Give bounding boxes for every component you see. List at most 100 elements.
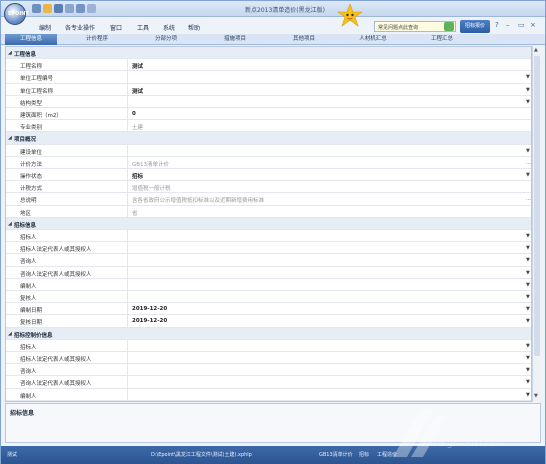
column-divider [127, 242, 128, 255]
property-value[interactable]: GB13清单计价 [132, 160, 169, 168]
menu-window[interactable]: 窗口 [110, 23, 122, 32]
print-icon[interactable] [65, 4, 74, 13]
section-label: 招标信息 [14, 222, 37, 229]
menu-specialty-ops[interactable]: 各专业操作 [65, 23, 95, 32]
ellipsis-button-icon[interactable]: … [526, 196, 531, 202]
property-label: 专业类别 [20, 125, 43, 132]
dropdown-arrow-icon[interactable]: ▼ [526, 367, 530, 373]
dropdown-arrow-icon[interactable]: ▼ [526, 379, 530, 385]
bid-report-button[interactable]: 招标报价 [460, 20, 490, 33]
section-header[interactable]: ◢ 工程信息 [6, 47, 531, 60]
menu-system[interactable]: 系统 [163, 23, 175, 32]
collapse-triangle-icon[interactable]: ◢ [8, 135, 12, 141]
search-go-icon[interactable] [444, 22, 454, 31]
collapse-triangle-icon[interactable]: ◢ [8, 331, 12, 337]
section-header[interactable]: ◢ 项目概况 [6, 132, 531, 145]
dropdown-arrow-icon[interactable]: ▼ [526, 392, 530, 398]
column-divider [127, 266, 128, 279]
dropdown-arrow-icon[interactable]: ▼ [526, 172, 530, 178]
minimize-icon[interactable]: – [506, 21, 510, 29]
property-row: 编制日期 2019-12-20 ▼ [6, 303, 531, 316]
collapse-triangle-icon[interactable]: ◢ [8, 221, 12, 227]
column-divider [127, 169, 128, 181]
vertical-scrollbar[interactable]: ▲ ▼ [532, 46, 541, 402]
property-value[interactable]: 0 [132, 111, 136, 117]
dropdown-arrow-icon[interactable]: ▼ [526, 318, 530, 324]
scroll-up-icon[interactable]: ▲ [534, 47, 538, 53]
restore-icon[interactable]: ▭ [518, 21, 525, 29]
tab-measures[interactable]: 措施项目 [206, 34, 264, 45]
property-row: 招标人法定代表人或其授权人 ▼ [6, 352, 531, 365]
column-divider [127, 315, 128, 328]
scroll-down-icon[interactable]: ▼ [534, 393, 538, 399]
dropdown-arrow-icon[interactable]: ▼ [526, 245, 530, 251]
quick-access-dropdown-icon[interactable] [87, 4, 96, 13]
menu-edit[interactable]: 编制 [39, 23, 51, 32]
status-operation-state: 招标 [359, 452, 370, 458]
property-value[interactable]: 招标 [132, 172, 143, 180]
column-divider [127, 71, 128, 84]
tab-resources-summary[interactable]: 人材机汇总 [344, 34, 402, 45]
property-row: 总说明 含各省政府公示增值税抵扣标准以及近期新增费用标准 … [6, 193, 531, 206]
property-value[interactable]: 测试 [132, 87, 143, 95]
property-row: 建设单位 ▼ [6, 144, 531, 157]
watermark-text: www.greenxf.com [423, 439, 504, 449]
property-value[interactable]: 测试 [132, 62, 143, 70]
property-row: 计税方式 增值税一般计税 [6, 181, 531, 194]
dropdown-arrow-icon[interactable]: ▼ [526, 270, 530, 276]
property-label: 计税方式 [20, 186, 43, 193]
new-file-icon[interactable] [32, 4, 41, 13]
property-row: 地区 省 [6, 205, 531, 218]
tab-other-items[interactable]: 其他项目 [275, 34, 333, 45]
dropdown-arrow-icon[interactable]: ▼ [526, 355, 530, 361]
property-value[interactable]: 增值税一般计税 [132, 184, 171, 192]
tab-project-summary[interactable]: 工程汇总 [413, 34, 471, 45]
ellipsis-button-icon[interactable]: … [526, 160, 531, 166]
dropdown-arrow-icon[interactable]: ▼ [526, 233, 530, 239]
property-label: 总说明 [20, 198, 37, 205]
status-file-path: D:\Epoint\黑龙江工程文件\测试(土建).xphlp [151, 452, 252, 458]
dropdown-arrow-icon[interactable]: ▼ [526, 282, 530, 288]
property-value[interactable]: 土建 [132, 123, 143, 131]
section-header[interactable]: ◢ 招标信息 [6, 217, 531, 230]
status-project-name: 测试 [7, 452, 18, 458]
app-menu-button[interactable]: EPOINT [4, 3, 29, 25]
property-row: 操作状态 招标 ▼ [6, 169, 531, 182]
property-value[interactable]: 2019-12-20 [132, 306, 167, 312]
dropdown-arrow-icon[interactable]: ▼ [526, 87, 530, 93]
dropdown-arrow-icon[interactable]: ▼ [526, 257, 530, 263]
tab-pricing-program[interactable]: 计价程序 [68, 34, 126, 45]
property-value[interactable]: 含各省政府公示增值税抵扣标准以及近期新增费用标准 [132, 196, 264, 204]
open-folder-icon[interactable] [43, 4, 52, 13]
property-row: 复核人 ▼ [6, 291, 531, 304]
undo-icon[interactable] [76, 4, 85, 13]
menu-tools[interactable]: 工具 [137, 23, 149, 32]
property-value[interactable]: 2019-12-20 [132, 318, 167, 324]
collapse-triangle-icon[interactable]: ◢ [8, 50, 12, 56]
dropdown-arrow-icon[interactable]: ▼ [526, 294, 530, 300]
property-label: 编制日期 [20, 308, 43, 315]
property-row: 建筑面积（m2） 0 [6, 108, 531, 121]
dropdown-arrow-icon[interactable]: ▼ [526, 306, 530, 312]
column-divider [127, 144, 128, 157]
property-value[interactable]: 省 [132, 209, 138, 217]
scroll-thumb[interactable] [534, 56, 540, 356]
tab-subitems[interactable]: 分部分项 [137, 34, 195, 45]
close-icon[interactable]: × [530, 21, 536, 29]
column-divider [127, 388, 128, 401]
save-icon[interactable] [54, 4, 63, 13]
column-divider [127, 108, 128, 120]
dropdown-arrow-icon[interactable]: ▼ [526, 74, 530, 80]
property-label: 招标人法定代表人或其授权人 [20, 357, 92, 363]
tab-project-info[interactable]: 工程信息 [5, 34, 57, 45]
dropdown-arrow-icon[interactable]: ▼ [526, 148, 530, 154]
dropdown-arrow-icon[interactable]: ▼ [526, 99, 530, 105]
column-divider [127, 278, 128, 291]
help-icon[interactable]: ? [495, 21, 499, 29]
property-label: 地区 [20, 210, 32, 217]
property-label: 单位工程名称 [20, 88, 54, 95]
section-header[interactable]: ◢ 招标控制价信息 [6, 327, 531, 340]
app-orb-label: EPOINT [8, 11, 29, 17]
menu-help[interactable]: 帮助 [188, 23, 200, 32]
dropdown-arrow-icon[interactable]: ▼ [526, 343, 530, 349]
